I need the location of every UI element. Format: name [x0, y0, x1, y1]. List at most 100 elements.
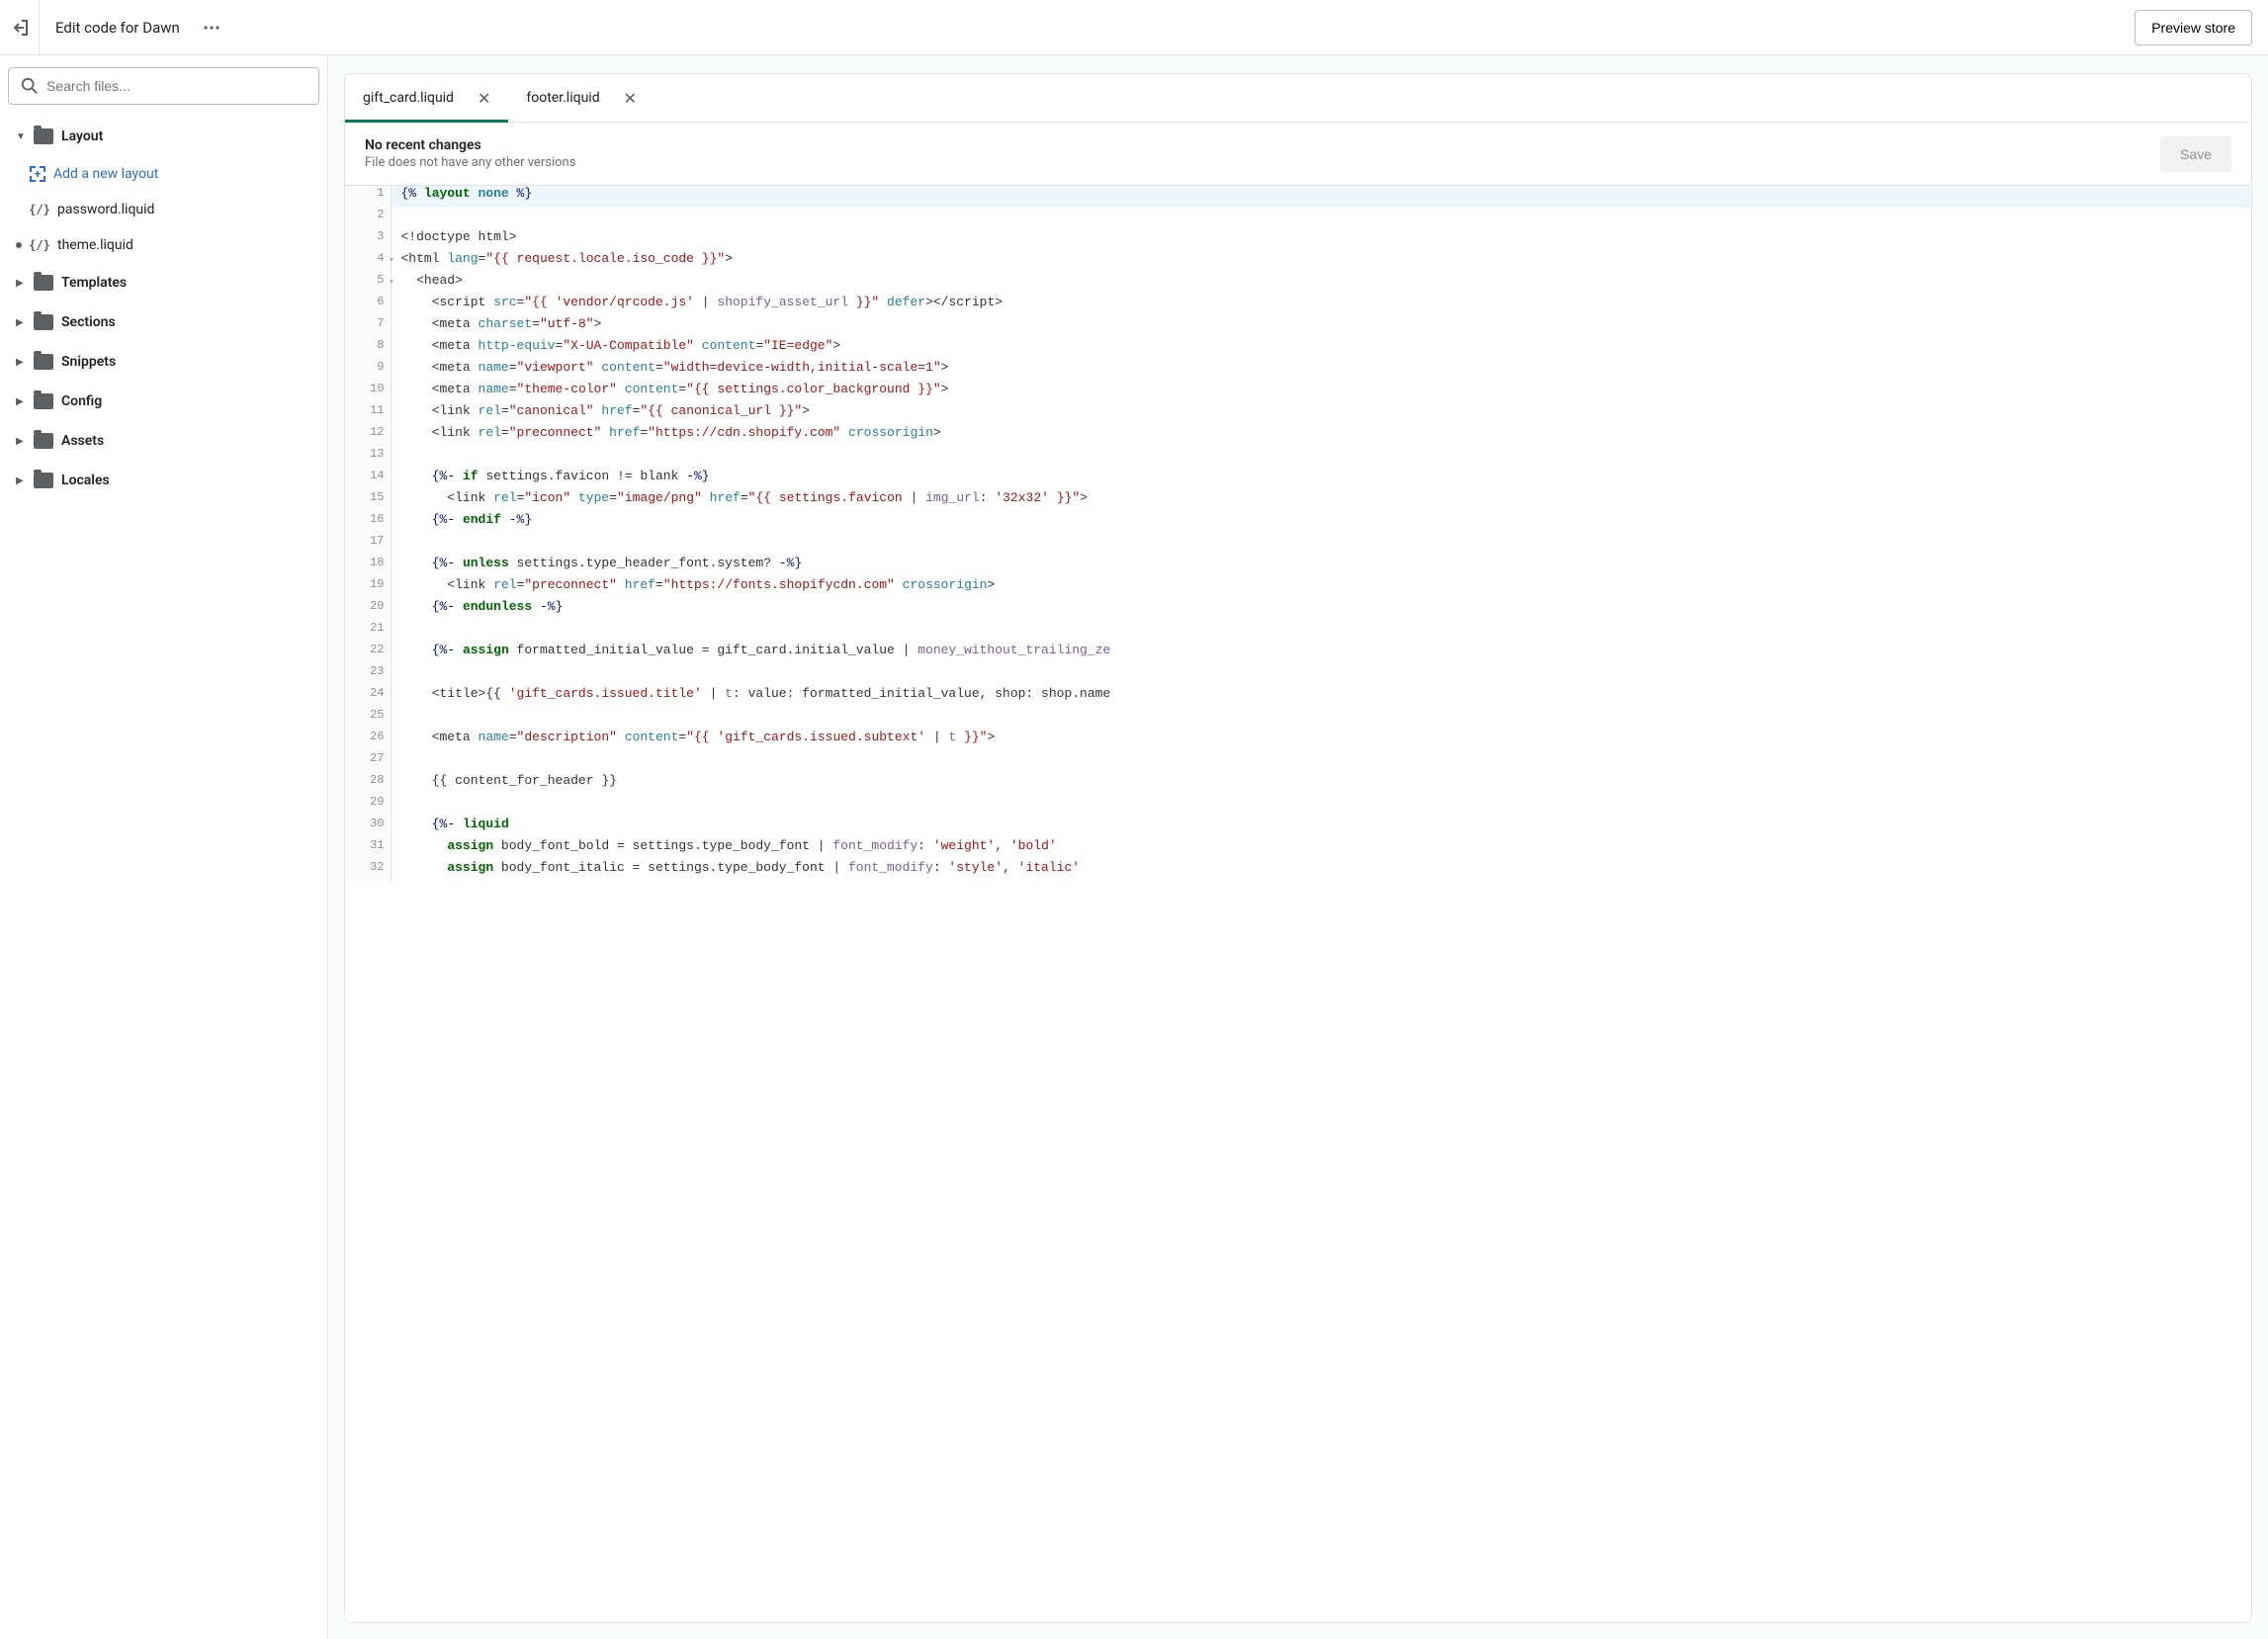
code-line[interactable] [391, 208, 2251, 229]
line-number: 6 [345, 295, 391, 316]
code-line[interactable]: <meta http-equiv="X-UA-Compatible" conte… [391, 338, 2251, 360]
folder-assets[interactable]: ▶ Assets [8, 421, 319, 461]
add-layout-action[interactable]: +Add a new layout [22, 156, 319, 192]
code-line[interactable]: <link rel="preconnect" href="https://fon… [391, 577, 2251, 599]
search-icon [21, 77, 39, 95]
line-number: 22 [345, 643, 391, 664]
code-line[interactable]: <meta name="viewport" content="width=dev… [391, 360, 2251, 382]
code-line[interactable]: {%- endunless -%} [391, 599, 2251, 621]
folder-label: Layout [61, 129, 103, 144]
folder-locales[interactable]: ▶Locales [8, 461, 319, 500]
line-number: 10 [345, 382, 391, 403]
code-line[interactable]: {{ content_for_header }} [391, 773, 2251, 795]
line-number: 31 [345, 838, 391, 860]
line-number: 19 [345, 577, 391, 599]
folder-templates[interactable]: ▶ Templates [8, 263, 319, 302]
code-line[interactable] [391, 447, 2251, 469]
code-line[interactable]: {%- unless settings.type_header_font.sys… [391, 556, 2251, 577]
code-line[interactable] [391, 751, 2251, 773]
status-title: No recent changes [365, 137, 575, 153]
folder-icon [34, 129, 53, 144]
code-line[interactable]: <head> [391, 273, 2251, 295]
line-number: 21 [345, 621, 391, 643]
close-icon[interactable]: ✕ [624, 89, 637, 108]
code-editor[interactable]: 1{% layout none %}23<!doctype html>4▾<ht… [344, 186, 2252, 1623]
file-theme.liquid[interactable]: {/}theme.liquid [22, 227, 319, 263]
tab-footer.liquid[interactable]: footer.liquid✕ [508, 74, 654, 122]
code-line[interactable]: <link rel="icon" type="image/png" href="… [391, 490, 2251, 512]
preview-store-button[interactable]: Preview store [2135, 10, 2252, 45]
code-line[interactable]: {%- liquid [391, 817, 2251, 838]
code-line[interactable]: <link rel="preconnect" href="https://cdn… [391, 425, 2251, 447]
code-line[interactable]: <html lang="{{ request.locale.iso_code }… [391, 251, 2251, 273]
folder-sections[interactable]: ▶Sections [8, 302, 319, 342]
line-number: 12 [345, 425, 391, 447]
line-number: 1 [345, 186, 391, 208]
file-label: theme.liquid [57, 237, 133, 253]
code-line[interactable]: {% layout none %} [391, 186, 2251, 208]
code-line[interactable]: assign body_font_italic = settings.type_… [391, 860, 2251, 882]
line-number: 3 [345, 229, 391, 251]
folder-label: Assets [61, 433, 104, 449]
caret-icon: ▼ [16, 131, 26, 142]
code-line[interactable]: <meta name="description" content="{{ 'gi… [391, 730, 2251, 751]
dots-icon [204, 26, 219, 30]
folder-icon [34, 354, 53, 370]
code-line[interactable]: {%- assign formatted_initial_value = gif… [391, 643, 2251, 664]
folder-label: Templates [61, 275, 127, 291]
close-icon[interactable]: ✕ [478, 89, 490, 108]
more-button[interactable] [196, 12, 227, 43]
line-number: 7 [345, 316, 391, 338]
code-line[interactable]: <title>{{ 'gift_cards.issued.title' | t:… [391, 686, 2251, 708]
line-number: 27 [345, 751, 391, 773]
code-line[interactable]: <link rel="canonical" href="{{ canonical… [391, 403, 2251, 425]
file-password.liquid[interactable]: {/} password.liquid [22, 192, 319, 227]
tab-gift_card.liquid[interactable]: gift_card.liquid ✕ [345, 74, 508, 122]
line-number: 8 [345, 338, 391, 360]
folder-snippets[interactable]: ▶Snippets [8, 342, 319, 382]
liquid-icon: {/} [30, 202, 49, 217]
folder-config[interactable]: ▶Config [8, 382, 319, 421]
code-line[interactable]: {%- if settings.favicon != blank -%} [391, 469, 2251, 490]
header: Edit code for Dawn Preview store [0, 0, 2268, 55]
code-line[interactable] [391, 664, 2251, 686]
status-bar: No recent changes File does not have any… [345, 122, 2251, 185]
caret-icon: ▶ [16, 436, 26, 447]
tab-label: gift_card.liquid [363, 90, 454, 106]
line-number: 25 [345, 708, 391, 730]
back-button[interactable] [0, 0, 40, 55]
line-number: 28 [345, 773, 391, 795]
search-input[interactable] [46, 78, 306, 94]
folder-label: Sections [61, 314, 116, 330]
code-line[interactable] [391, 795, 2251, 817]
code-line[interactable]: <script src="{{ 'vendor/qrcode.js' | sho… [391, 295, 2251, 316]
line-number: 16 [345, 512, 391, 534]
code-line[interactable]: assign body_font_bold = settings.type_bo… [391, 838, 2251, 860]
caret-icon: ▶ [16, 278, 26, 289]
code-line[interactable] [391, 534, 2251, 556]
line-number: 5▾ [345, 273, 391, 295]
code-line[interactable]: <meta name="theme-color" content="{{ set… [391, 382, 2251, 403]
line-number: 18 [345, 556, 391, 577]
code-line[interactable] [391, 621, 2251, 643]
sidebar: ▼ Layout +Add a new layout {/} password.liqu… [0, 55, 328, 1639]
tabs: gift_card.liquid✕footer.liquid✕ [345, 74, 2251, 122]
line-number: 29 [345, 795, 391, 817]
file-tree: ▼ Layout +Add a new layout {/} password.liqu… [8, 117, 319, 500]
folder-layout[interactable]: ▼ Layout [8, 117, 319, 156]
caret-icon: ▶ [16, 475, 26, 486]
folder-label: Snippets [61, 354, 116, 370]
line-number: 15 [345, 490, 391, 512]
line-number: 24 [345, 686, 391, 708]
save-button[interactable]: Save [2160, 136, 2231, 172]
main: gift_card.liquid✕footer.liquid✕ No recen… [328, 55, 2268, 1639]
code-line[interactable] [391, 708, 2251, 730]
folder-icon [34, 275, 53, 291]
code-line[interactable]: <!doctype html> [391, 229, 2251, 251]
code-line[interactable]: {%- endif -%} [391, 512, 2251, 534]
modified-dot-icon [16, 242, 22, 248]
search-box[interactable] [8, 67, 319, 105]
file-label: password.liquid [57, 202, 154, 217]
line-number: 17 [345, 534, 391, 556]
code-line[interactable]: <meta charset="utf-8"> [391, 316, 2251, 338]
